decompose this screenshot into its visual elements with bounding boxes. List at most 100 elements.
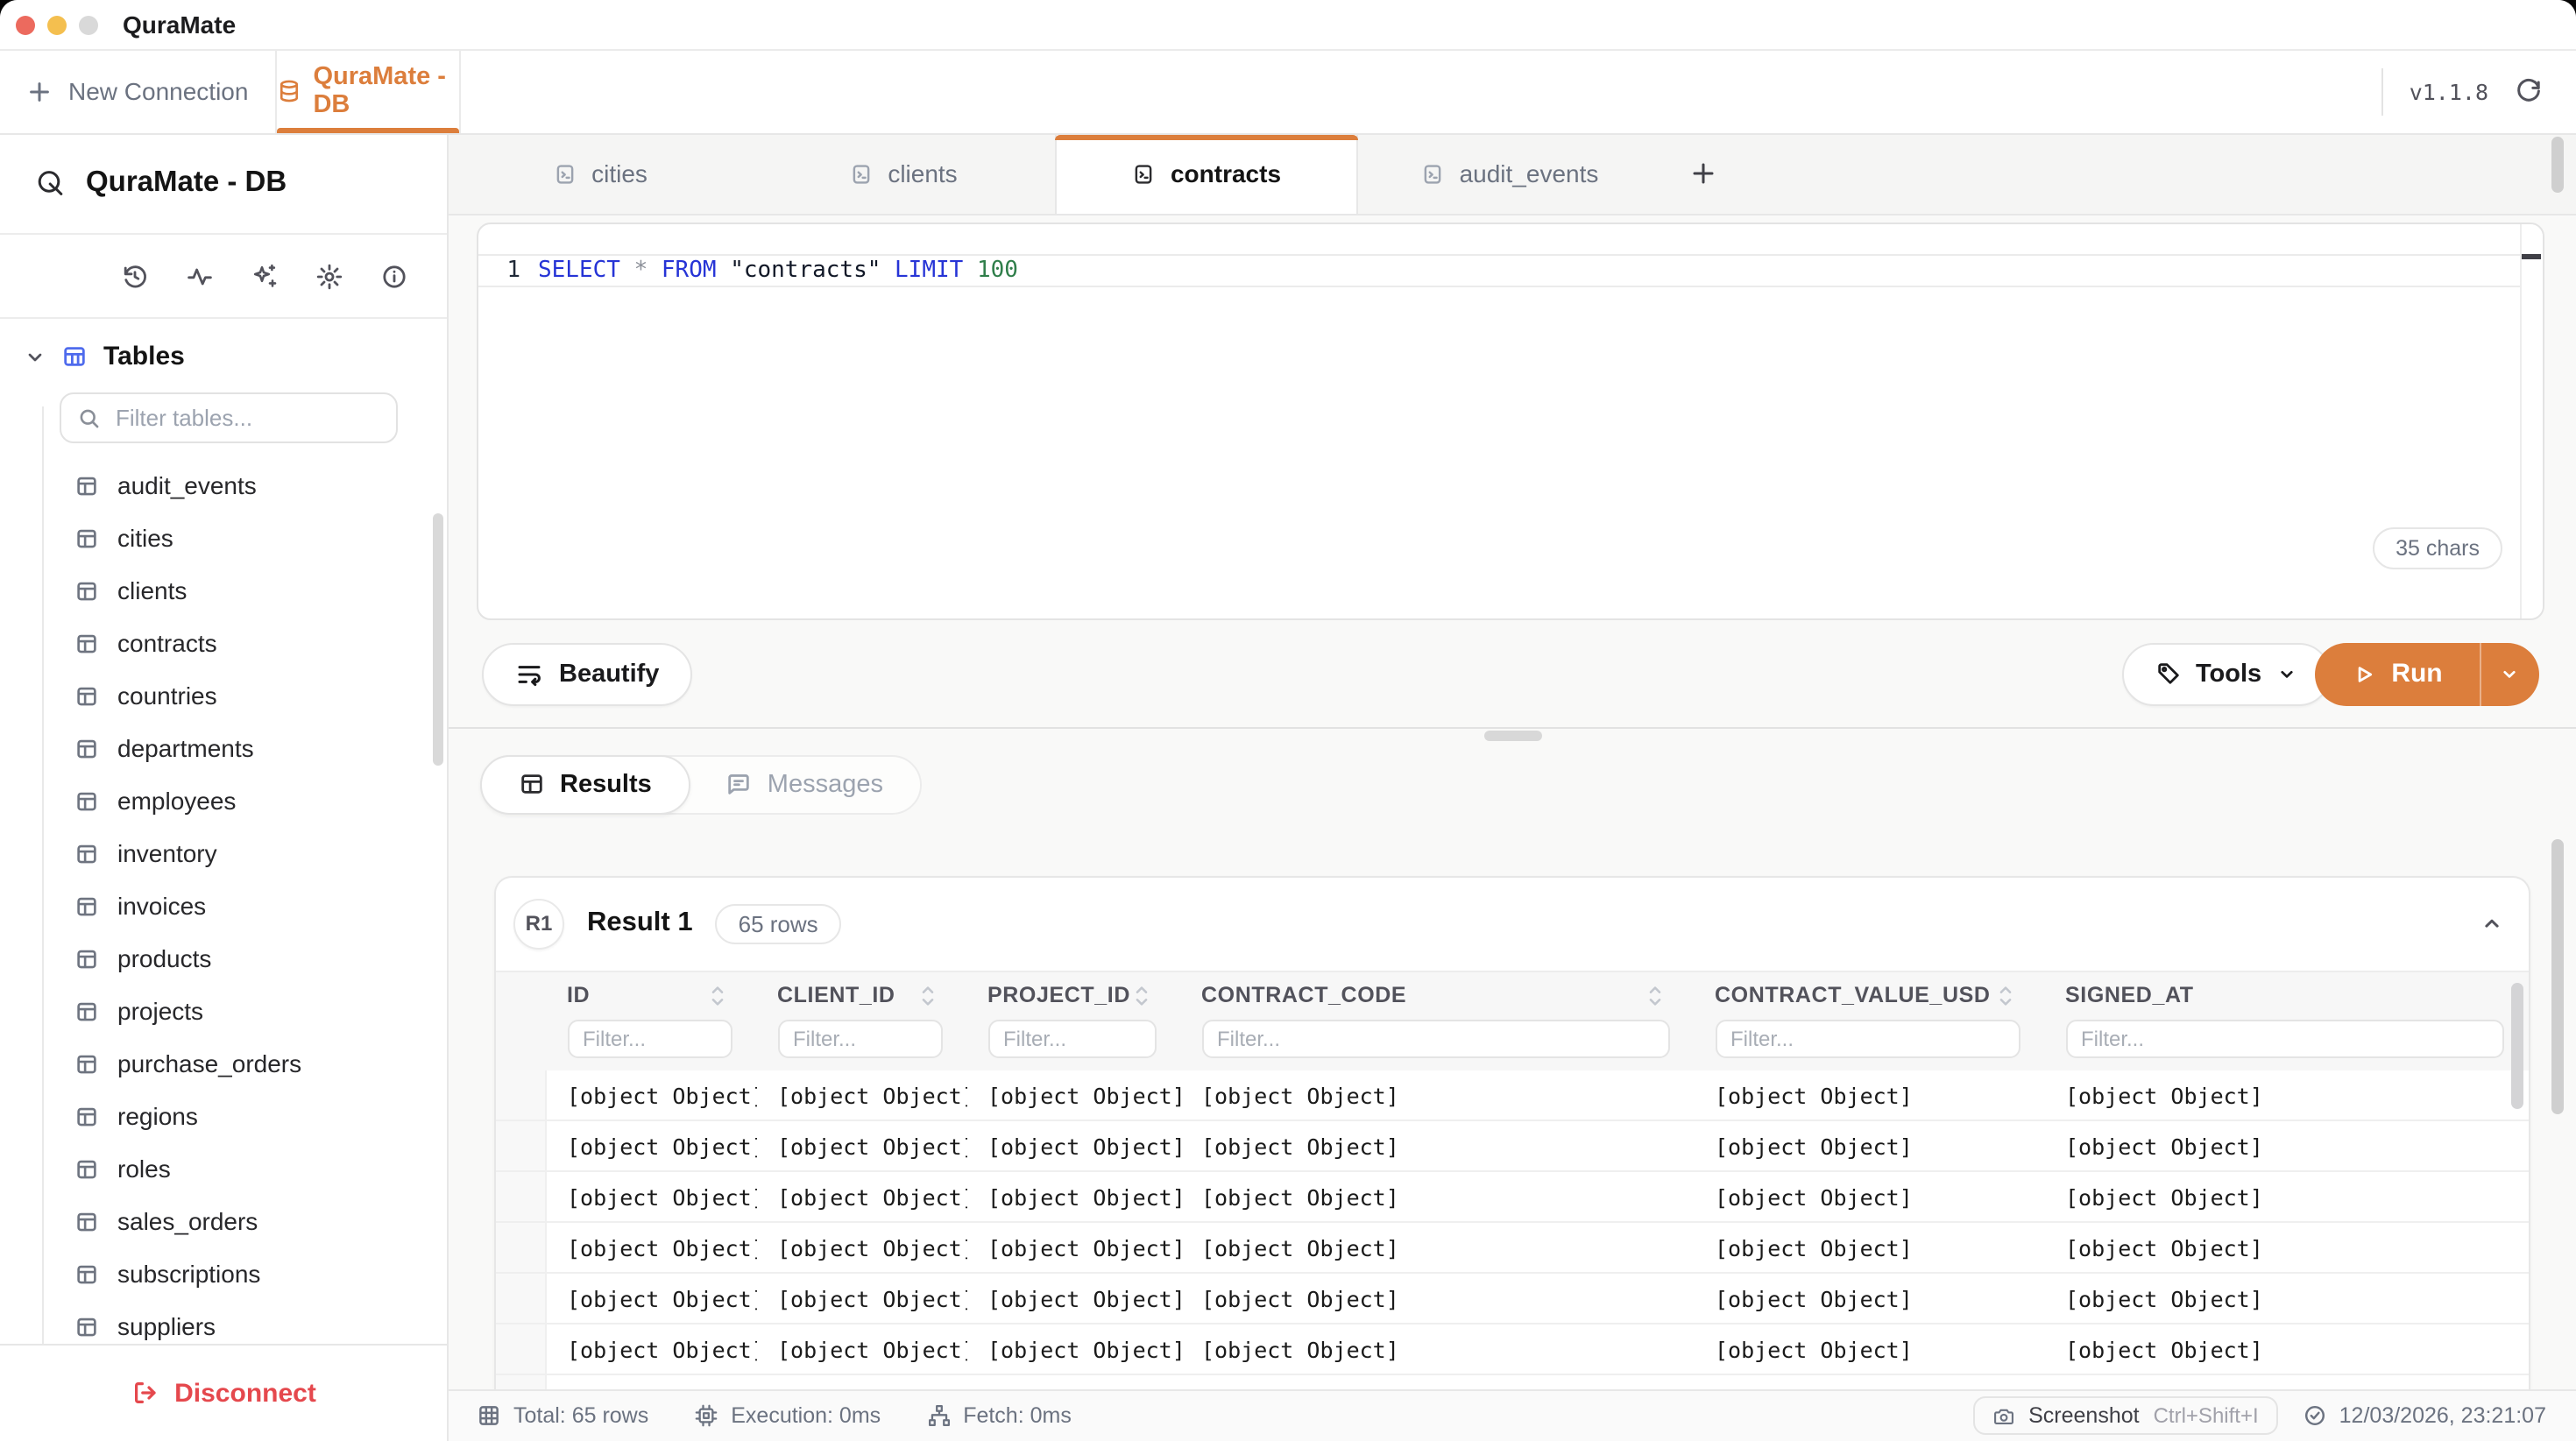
- table-list-item[interactable]: audit_events: [0, 459, 447, 512]
- table-cell[interactable]: [object Object]: [756, 1121, 966, 1170]
- table-row[interactable]: [object Object][object Object][object Ob…: [496, 1274, 2529, 1324]
- row-gutter[interactable]: [496, 1324, 546, 1374]
- table-cell[interactable]: [object Object]: [546, 1324, 756, 1374]
- table-cell[interactable]: [object Object]: [756, 1172, 966, 1221]
- table-cell[interactable]: [object Object]: [546, 1121, 756, 1170]
- table-cell[interactable]: [object Object]: [966, 1223, 1180, 1272]
- new-connection-button[interactable]: New Connection: [0, 51, 274, 132]
- history-icon[interactable]: [121, 262, 149, 290]
- column-header[interactable]: CLIENT_ID: [756, 971, 966, 1020]
- table-list-item[interactable]: contracts: [0, 617, 447, 669]
- query-tab[interactable]: cities: [449, 134, 752, 214]
- column-filter-input[interactable]: [2065, 1020, 2504, 1057]
- tab-messages[interactable]: Messages: [689, 756, 920, 813]
- table-cell[interactable]: [object Object]: [966, 1070, 1180, 1120]
- column-filter-input[interactable]: [777, 1020, 942, 1057]
- row-gutter[interactable]: [496, 1274, 546, 1323]
- table-row[interactable]: [object Object][object Object][object Ob…: [496, 1223, 2529, 1274]
- table-cell[interactable]: [object Object]: [1180, 1375, 1694, 1389]
- activity-icon[interactable]: [186, 262, 214, 290]
- table-cell[interactable]: [object Object]: [1180, 1324, 1694, 1374]
- column-header[interactable]: ID: [546, 971, 756, 1020]
- column-filter-input[interactable]: [1715, 1020, 2020, 1057]
- column-header[interactable]: SIGNED_AT: [2044, 971, 2529, 1020]
- table-cell[interactable]: [object Object]: [756, 1375, 966, 1389]
- table-list-item[interactable]: purchase_orders: [0, 1037, 447, 1090]
- beautify-button[interactable]: Beautify: [482, 642, 692, 705]
- editor-minimap[interactable]: [2520, 223, 2543, 618]
- table-list-item[interactable]: cities: [0, 512, 447, 564]
- table-cell[interactable]: [object Object]: [756, 1274, 966, 1323]
- row-gutter[interactable]: [496, 1223, 546, 1272]
- table-cell[interactable]: [object Object]: [1180, 1223, 1694, 1272]
- column-header[interactable]: CONTRACT_CODE: [1180, 971, 1694, 1020]
- info-icon[interactable]: [380, 262, 408, 290]
- table-cell[interactable]: [object Object]: [1180, 1274, 1694, 1323]
- table-list-item[interactable]: countries: [0, 669, 447, 722]
- table-cell[interactable]: [object Object]: [966, 1375, 1180, 1389]
- row-gutter[interactable]: [496, 1172, 546, 1221]
- table-cell[interactable]: [object Object]: [756, 1324, 966, 1374]
- table-cell[interactable]: [object Object]: [2044, 1172, 2529, 1221]
- table-cell[interactable]: [object Object]: [1694, 1375, 2044, 1389]
- tables-section-header[interactable]: Tables: [0, 319, 447, 389]
- table-cell[interactable]: [object Object]: [546, 1070, 756, 1120]
- column-header[interactable]: CONTRACT_VALUE_USD: [1694, 971, 2044, 1020]
- close-window-button[interactable]: [16, 15, 35, 34]
- table-cell[interactable]: [object Object]: [966, 1274, 1180, 1323]
- sql-editor[interactable]: 1 SELECT * FROM "contracts" LIMIT 100 35…: [477, 222, 2544, 619]
- column-header[interactable]: PROJECT_ID: [966, 971, 1180, 1020]
- column-filter-input[interactable]: [1201, 1020, 1669, 1057]
- tab-results[interactable]: Results: [479, 754, 690, 815]
- table-cell[interactable]: [object Object]: [1694, 1121, 2044, 1170]
- table-cell[interactable]: [object Object]: [546, 1172, 756, 1221]
- query-tab[interactable]: clients: [752, 134, 1055, 214]
- table-cell[interactable]: [object Object]: [1694, 1172, 2044, 1221]
- add-tab-button[interactable]: [1689, 160, 1717, 188]
- sidebar-scrollbar[interactable]: [432, 513, 443, 766]
- table-cell[interactable]: [object Object]: [756, 1070, 966, 1120]
- disconnect-button[interactable]: Disconnect: [0, 1343, 447, 1441]
- window-scrollbar-top[interactable]: [2551, 137, 2563, 193]
- sort-icon[interactable]: [1997, 985, 2013, 1007]
- table-cell[interactable]: [object Object]: [2044, 1375, 2529, 1389]
- sort-icon[interactable]: [1646, 985, 1662, 1007]
- table-cell[interactable]: [object Object]: [546, 1223, 756, 1272]
- table-cell[interactable]: [object Object]: [1694, 1324, 2044, 1374]
- table-cell[interactable]: [object Object]: [1180, 1172, 1694, 1221]
- table-list-item[interactable]: clients: [0, 564, 447, 617]
- table-cell[interactable]: [object Object]: [966, 1121, 1180, 1170]
- connection-tab[interactable]: QuraMate - DB: [274, 51, 460, 132]
- table-cell[interactable]: [object Object]: [2044, 1324, 2529, 1374]
- table-row[interactable]: [object Object][object Object][object Ob…: [496, 1324, 2529, 1375]
- tables-filter-input[interactable]: [60, 392, 398, 443]
- table-cell[interactable]: [object Object]: [2044, 1121, 2529, 1170]
- table-cell[interactable]: [object Object]: [756, 1223, 966, 1272]
- zoom-window-button[interactable]: [79, 15, 98, 34]
- table-list-item[interactable]: departments: [0, 722, 447, 774]
- column-filter-input[interactable]: [987, 1020, 1156, 1057]
- result-scrollbar[interactable]: [2511, 983, 2523, 1109]
- table-cell[interactable]: [object Object]: [546, 1375, 756, 1389]
- run-options-button[interactable]: [2480, 642, 2538, 705]
- sparkles-icon[interactable]: [251, 262, 279, 290]
- table-cell[interactable]: [object Object]: [2044, 1223, 2529, 1272]
- table-list-item[interactable]: subscriptions: [0, 1247, 447, 1300]
- table-cell[interactable]: [object Object]: [1180, 1070, 1694, 1120]
- table-list-item[interactable]: roles: [0, 1142, 447, 1195]
- table-cell[interactable]: [object Object]: [546, 1274, 756, 1323]
- table-cell[interactable]: [object Object]: [1180, 1121, 1694, 1170]
- refresh-icon[interactable]: [2515, 78, 2543, 106]
- tools-button[interactable]: Tools: [2122, 642, 2330, 705]
- sort-icon[interactable]: [709, 985, 725, 1007]
- sort-icon[interactable]: [1133, 985, 1149, 1007]
- gear-icon[interactable]: [315, 262, 343, 290]
- run-button[interactable]: Run: [2315, 642, 2479, 705]
- table-row[interactable]: [object Object][object Object][object Ob…: [496, 1121, 2529, 1172]
- collapse-result-button[interactable]: [2480, 912, 2504, 936]
- row-gutter[interactable]: [496, 1070, 546, 1120]
- table-cell[interactable]: [object Object]: [1694, 1223, 2044, 1272]
- window-scrollbar[interactable]: [2551, 839, 2563, 1114]
- query-tab[interactable]: contracts: [1055, 134, 1358, 214]
- panel-drag-handle[interactable]: [1484, 730, 1542, 741]
